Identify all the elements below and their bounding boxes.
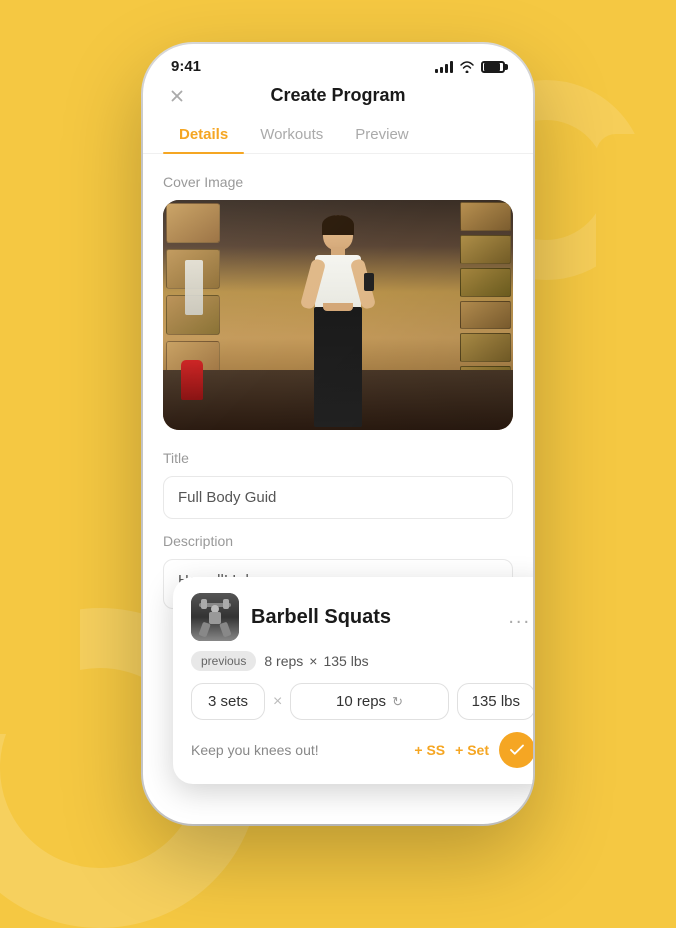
weight-pill[interactable]: 135 lbs [457,683,533,720]
gym-photo [163,200,513,430]
sets-pill[interactable]: 3 sets [191,683,265,720]
tabs-container: Details Workouts Preview [143,116,533,154]
yellow-panel-left [0,134,80,734]
exercise-header: Barbell Squats ... [191,593,533,641]
exercise-thumb-img [191,593,239,641]
multiply-icon: × [309,653,317,669]
phone-wrapper: 9:41 [143,44,533,824]
exercise-note: Keep you knees out! [191,742,414,758]
exercise-name: Barbell Squats [251,606,492,629]
cover-image[interactable] [163,200,513,430]
add-set-button[interactable]: + Set [455,742,489,758]
ss-button[interactable]: + SS [414,742,445,758]
status-icons [435,61,505,73]
signal-icon [435,61,453,73]
hanging-cloth [185,260,203,315]
exercise-thumbnail [191,593,239,641]
exercise-card: Barbell Squats ... previous 8 reps × 135… [173,577,533,784]
description-label: Description [163,533,513,549]
battery-icon [481,61,505,73]
check-button[interactable] [499,732,533,768]
person-silhouette [298,215,378,430]
wifi-icon [459,61,475,73]
more-options-button[interactable]: ... [504,602,533,633]
red-bag [181,360,203,400]
previous-stats: 8 reps × 135 lbs [264,653,368,669]
phone-frame: 9:41 [143,44,533,824]
sets-multiply: × [273,693,282,711]
action-buttons: + SS + Set [414,732,533,768]
sets-row: 3 sets × 10 reps ↻ 135 lbs [191,683,533,720]
tab-preview[interactable]: Preview [339,116,424,153]
title-input[interactable] [163,476,513,519]
previous-badge: previous [191,651,256,671]
status-bar: 9:41 [143,44,533,81]
previous-row: previous 8 reps × 135 lbs [191,651,533,671]
title-section: Title [163,450,513,519]
tab-workouts[interactable]: Workouts [244,116,339,153]
status-time: 9:41 [171,58,201,75]
tab-details[interactable]: Details [163,116,244,153]
close-button[interactable] [163,82,191,110]
title-label: Title [163,450,513,466]
note-row: Keep you knees out! + SS + Set [191,732,533,768]
yellow-panel-right [596,134,676,734]
reps-pill[interactable]: 10 reps ↻ [290,683,448,720]
cover-image-section: Cover Image [163,174,513,430]
page-title: Create Program [270,85,405,106]
refresh-icon: ↻ [392,694,403,710]
previous-weight: 135 lbs [323,653,368,669]
previous-reps: 8 reps [264,653,303,669]
squat-figure [199,599,231,637]
cover-image-label: Cover Image [163,174,513,190]
header: Create Program [143,81,533,116]
